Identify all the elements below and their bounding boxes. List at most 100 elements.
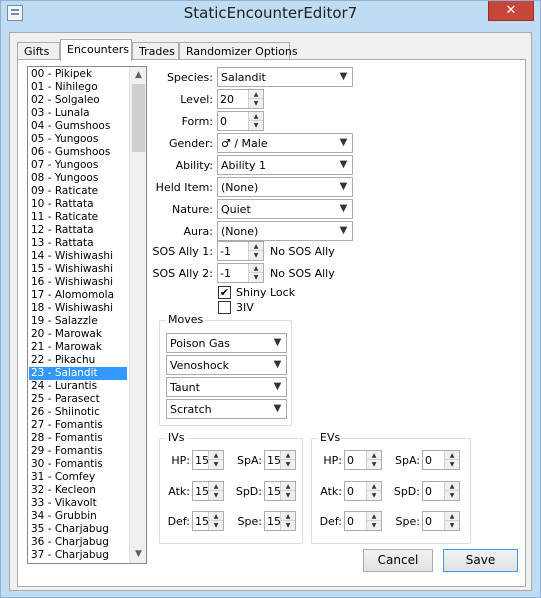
decrement-icon[interactable]: ▼ bbox=[281, 491, 295, 500]
increment-icon[interactable]: ▲ bbox=[209, 451, 223, 460]
level-stepper[interactable]: 20 ▲ ▼ bbox=[217, 89, 264, 109]
list-item[interactable]: 20 - Marowak bbox=[29, 328, 127, 341]
list-item[interactable]: 09 - Raticate bbox=[29, 185, 127, 198]
list-item[interactable]: 01 - Nihilego bbox=[29, 81, 127, 94]
list-item[interactable]: 15 - Wishiwashi bbox=[29, 263, 127, 276]
shiny-lock-label[interactable]: Shiny Lock bbox=[236, 286, 295, 299]
list-item[interactable]: 10 - Rattata bbox=[29, 198, 127, 211]
list-item[interactable]: 13 - Rattata bbox=[29, 237, 127, 250]
iv-atk-stepper[interactable]: 15 ▲ ▼ bbox=[192, 481, 224, 501]
list-item[interactable]: 08 - Yungoos bbox=[29, 172, 127, 185]
iv-spe-stepper[interactable]: 15 ▲ ▼ bbox=[264, 511, 296, 531]
decrement-icon[interactable]: ▼ bbox=[209, 491, 223, 500]
decrement-icon[interactable]: ▼ bbox=[249, 121, 263, 130]
increment-icon[interactable]: ▲ bbox=[367, 512, 381, 521]
sos-ally-1-stepper[interactable]: -1 ▲ ▼ bbox=[217, 241, 264, 261]
decrement-icon[interactable]: ▼ bbox=[249, 273, 263, 282]
tab-gifts[interactable]: Gifts bbox=[17, 42, 60, 60]
increment-icon[interactable]: ▲ bbox=[367, 482, 381, 491]
increment-icon[interactable]: ▲ bbox=[445, 451, 459, 460]
cancel-button[interactable]: Cancel bbox=[363, 549, 433, 572]
gender-dropdown[interactable]: ♂ / Male ▼ bbox=[217, 133, 353, 153]
close-button[interactable]: ✕ bbox=[488, 1, 534, 21]
species-dropdown[interactable]: Salandit ▼ bbox=[217, 67, 353, 87]
decrement-icon[interactable]: ▼ bbox=[281, 460, 295, 469]
list-item[interactable]: 30 - Fomantis bbox=[29, 458, 127, 471]
form-stepper[interactable]: 0 ▲ ▼ bbox=[217, 111, 264, 131]
decrement-icon[interactable]: ▼ bbox=[249, 99, 263, 108]
increment-icon[interactable]: ▲ bbox=[281, 451, 295, 460]
list-item[interactable]: 18 - Wishiwashi bbox=[29, 302, 127, 315]
increment-icon[interactable]: ▲ bbox=[249, 242, 263, 251]
decrement-icon[interactable]: ▼ bbox=[367, 521, 381, 530]
list-scrollbar[interactable]: ▲ ▼ bbox=[129, 67, 146, 563]
decrement-icon[interactable]: ▼ bbox=[367, 460, 381, 469]
decrement-icon[interactable]: ▼ bbox=[445, 460, 459, 469]
shiny-lock-checkbox[interactable]: ✔ bbox=[218, 286, 231, 299]
tab-encounters[interactable]: Encounters bbox=[60, 39, 132, 61]
decrement-icon[interactable]: ▼ bbox=[445, 521, 459, 530]
decrement-icon[interactable]: ▼ bbox=[209, 521, 223, 530]
list-item[interactable]: 25 - Parasect bbox=[29, 393, 127, 406]
list-item[interactable]: 16 - Wishiwashi bbox=[29, 276, 127, 289]
ev-def-stepper[interactable]: 0 ▲ ▼ bbox=[344, 511, 382, 531]
list-item[interactable]: 34 - Grubbin bbox=[29, 510, 127, 523]
move-1-dropdown[interactable]: Poison Gas ▼ bbox=[166, 333, 287, 353]
list-item[interactable]: 19 - Salazzle bbox=[29, 315, 127, 328]
decrement-icon[interactable]: ▼ bbox=[367, 491, 381, 500]
three-iv-checkbox[interactable] bbox=[218, 301, 231, 314]
list-item[interactable]: 12 - Rattata bbox=[29, 224, 127, 237]
list-item[interactable]: 22 - Pikachu bbox=[29, 354, 127, 367]
list-item[interactable]: 36 - Charjabug bbox=[29, 536, 127, 549]
iv-spd-stepper[interactable]: 15 ▲ ▼ bbox=[264, 481, 296, 501]
list-item[interactable]: 33 - Vikavolt bbox=[29, 497, 127, 510]
increment-icon[interactable]: ▲ bbox=[445, 512, 459, 521]
scroll-thumb[interactable] bbox=[132, 84, 145, 152]
list-item[interactable]: 28 - Fomantis bbox=[29, 432, 127, 445]
tab-randomizer-options[interactable]: Randomizer Options bbox=[179, 42, 298, 60]
list-item[interactable]: 23 - Salandit bbox=[29, 367, 127, 380]
list-item[interactable]: 14 - Wishiwashi bbox=[29, 250, 127, 263]
list-item[interactable]: 02 - Solgaleo bbox=[29, 94, 127, 107]
scroll-up-icon[interactable]: ▲ bbox=[130, 67, 146, 84]
decrement-icon[interactable]: ▼ bbox=[209, 460, 223, 469]
increment-icon[interactable]: ▲ bbox=[249, 90, 263, 99]
list-item[interactable]: 04 - Gumshoos bbox=[29, 120, 127, 133]
list-item[interactable]: 05 - Yungoos bbox=[29, 133, 127, 146]
tab-trades[interactable]: Trades bbox=[132, 42, 179, 60]
held-item-dropdown[interactable]: (None) ▼ bbox=[217, 177, 353, 197]
list-item[interactable]: 29 - Fomantis bbox=[29, 445, 127, 458]
encounter-listbox[interactable]: 00 - Pikipek 01 - Nihilego 02 - Solgaleo 03… bbox=[27, 66, 147, 564]
list-item[interactable]: 26 - Shiinotic bbox=[29, 406, 127, 419]
increment-icon[interactable]: ▲ bbox=[209, 482, 223, 491]
iv-spa-stepper[interactable]: 15 ▲ ▼ bbox=[264, 450, 296, 470]
iv-hp-stepper[interactable]: 15 ▲ ▼ bbox=[192, 450, 224, 470]
ev-spe-stepper[interactable]: 0 ▲ ▼ bbox=[422, 511, 460, 531]
sos-ally-2-stepper[interactable]: -1 ▲ ▼ bbox=[217, 263, 264, 283]
list-item[interactable]: 11 - Raticate bbox=[29, 211, 127, 224]
list-item[interactable]: 32 - Kecleon bbox=[29, 484, 127, 497]
list-item[interactable]: 17 - Alomomola bbox=[29, 289, 127, 302]
ability-dropdown[interactable]: Ability 1 ▼ bbox=[217, 155, 353, 175]
list-item[interactable]: 06 - Gumshoos bbox=[29, 146, 127, 159]
decrement-icon[interactable]: ▼ bbox=[249, 251, 263, 260]
list-item[interactable]: 27 - Fomantis bbox=[29, 419, 127, 432]
move-4-dropdown[interactable]: Scratch ▼ bbox=[166, 399, 287, 419]
list-item[interactable]: 35 - Charjabug bbox=[29, 523, 127, 536]
move-2-dropdown[interactable]: Venoshock ▼ bbox=[166, 355, 287, 375]
decrement-icon[interactable]: ▼ bbox=[445, 491, 459, 500]
title-bar[interactable]: StaticEncounterEditor7 ✕ bbox=[1, 1, 540, 29]
save-button[interactable]: Save bbox=[443, 549, 518, 572]
list-item[interactable]: 31 - Comfey bbox=[29, 471, 127, 484]
iv-def-stepper[interactable]: 15 ▲ ▼ bbox=[192, 511, 224, 531]
aura-dropdown[interactable]: (None) ▼ bbox=[217, 221, 353, 241]
list-item[interactable]: 00 - Pikipek bbox=[29, 68, 127, 81]
move-3-dropdown[interactable]: Taunt ▼ bbox=[166, 377, 287, 397]
increment-icon[interactable]: ▲ bbox=[209, 512, 223, 521]
ev-spd-stepper[interactable]: 0 ▲ ▼ bbox=[422, 481, 460, 501]
scroll-down-icon[interactable]: ▼ bbox=[130, 546, 146, 563]
ev-hp-stepper[interactable]: 0 ▲ ▼ bbox=[344, 450, 382, 470]
list-item[interactable]: 37 - Charjabug bbox=[29, 549, 127, 562]
list-item[interactable]: 24 - Lurantis bbox=[29, 380, 127, 393]
ev-spa-stepper[interactable]: 0 ▲ ▼ bbox=[422, 450, 460, 470]
